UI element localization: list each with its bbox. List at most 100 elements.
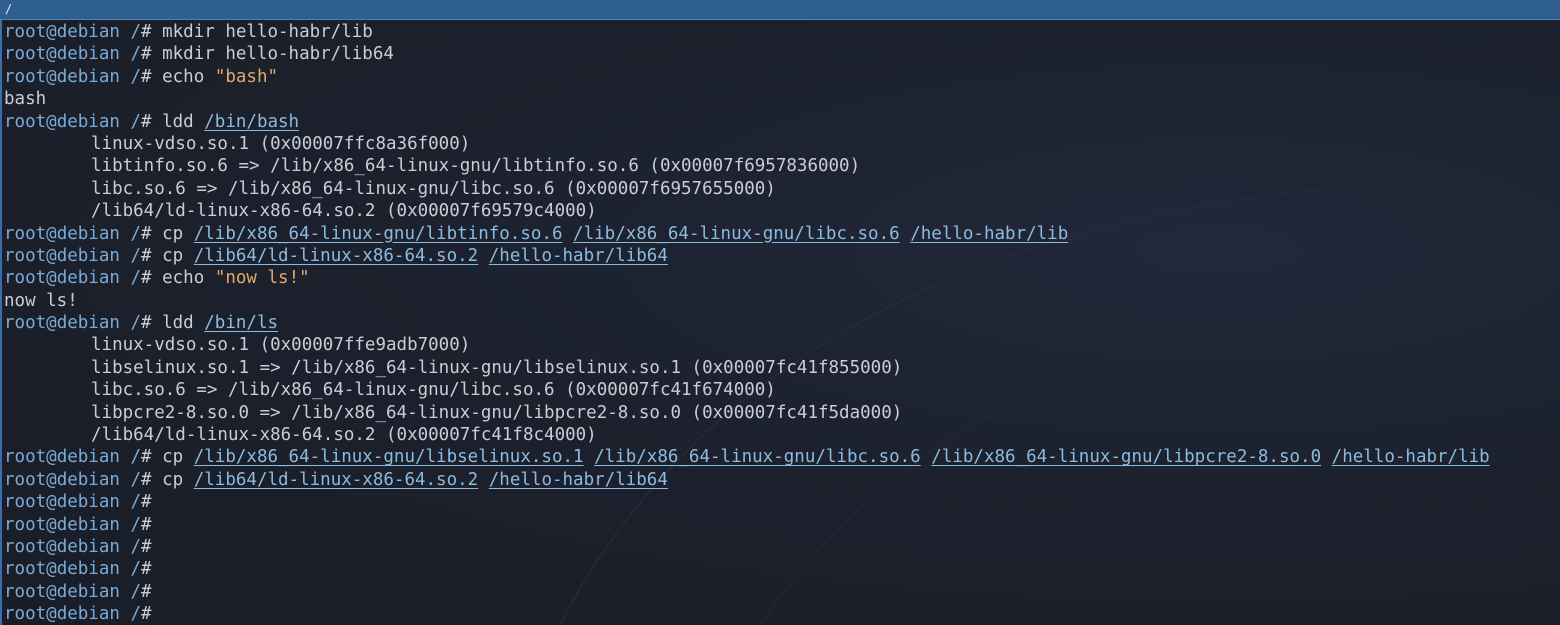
prompt-at: @ xyxy=(46,66,57,87)
command-line: root@debian /# xyxy=(4,536,1560,558)
prompt-cwd: / xyxy=(130,245,142,266)
prompt-symbol: # xyxy=(141,22,152,42)
prompt-cwd: / xyxy=(130,514,142,535)
prompt-cwd: / xyxy=(130,492,142,513)
output-line: /lib64/ld-linux-x86-64.so.2 (0x00007f695… xyxy=(4,200,1560,222)
output-line: libc.so.6 => /lib/x86_64-linux-gnu/libc.… xyxy=(4,379,1560,401)
prompt-host: debian xyxy=(56,536,120,557)
command-text: cp xyxy=(162,447,184,468)
prompt-at: @ xyxy=(46,22,57,42)
command-line: root@debian /# xyxy=(4,514,1560,536)
prompt-host: debian xyxy=(56,604,120,625)
command-text: cp xyxy=(162,245,184,266)
prompt-symbol: # xyxy=(141,268,152,289)
prompt-user: root xyxy=(4,223,47,244)
prompt-cwd: / xyxy=(130,313,142,334)
prompt-user: root xyxy=(4,447,47,468)
prompt-at: @ xyxy=(46,111,57,132)
path-link[interactable]: /lib64/ld-linux-x86-64.so.2 xyxy=(194,246,478,266)
prompt-host: debian xyxy=(56,447,120,468)
prompt-user: root xyxy=(4,559,47,580)
prompt-cwd: / xyxy=(130,536,142,557)
prompt-host: debian xyxy=(56,22,120,42)
output-line: linux-vdso.so.1 (0x00007ffe9adb7000) xyxy=(4,334,1560,356)
command-line: root@debian /# xyxy=(4,491,1560,513)
prompt-symbol: # xyxy=(141,604,152,625)
command-text: mkdir hello-habr/lib xyxy=(162,22,373,42)
output-text: libpcre2-8.so.0 => /lib/x86_64-linux-gnu… xyxy=(91,402,903,423)
prompt-symbol: # xyxy=(141,111,152,132)
command-text: echo xyxy=(162,66,205,87)
prompt-at: @ xyxy=(46,469,57,490)
output-text: /lib64/ld-linux-x86-64.so.2 (0x00007fc41… xyxy=(91,425,597,446)
path-link[interactable]: /lib/x86_64-linux-gnu/libc.so.6 xyxy=(573,224,900,244)
prompt-user: root xyxy=(4,581,47,602)
prompt-user: root xyxy=(4,268,47,289)
prompt-user: root xyxy=(4,44,47,65)
path-link[interactable]: /hello-habr/lib64 xyxy=(489,246,668,266)
prompt-user: root xyxy=(4,514,47,535)
path-link[interactable]: /hello-habr/lib64 xyxy=(489,470,668,490)
prompt-user: root xyxy=(4,66,47,87)
prompt-host: debian xyxy=(56,223,120,244)
prompt-symbol: # xyxy=(141,313,152,334)
prompt-host: debian xyxy=(56,66,120,87)
prompt-user: root xyxy=(4,604,47,625)
terminal-window[interactable]: / root@debian /# mkdir hello-habr/lib roo… xyxy=(0,0,1560,625)
output-line: libc.so.6 => /lib/x86_64-linux-gnu/libc.… xyxy=(4,178,1560,200)
prompt-host: debian xyxy=(56,268,120,289)
output-line: now ls! xyxy=(4,290,1560,312)
command-line: root@debian /# cp /lib/x86_64-linux-gnu/… xyxy=(4,446,1560,468)
prompt-symbol: # xyxy=(141,66,152,87)
prompt-cwd: / xyxy=(130,559,142,580)
prompt-user: root xyxy=(4,22,47,42)
prompt-symbol: # xyxy=(141,559,152,580)
path-link[interactable]: /lib/x86_64-linux-gnu/libpcre2-8.so.0 xyxy=(931,447,1321,467)
output-line: libpcre2-8.so.0 => /lib/x86_64-linux-gnu… xyxy=(4,402,1560,424)
path-link[interactable]: /bin/bash xyxy=(204,112,299,132)
window-title: / xyxy=(5,2,13,16)
prompt-cwd: / xyxy=(130,66,142,87)
output-text: bash xyxy=(4,89,47,110)
path-link[interactable]: /lib/x86_64-linux-gnu/libselinux.so.1 xyxy=(194,447,584,467)
path-link[interactable]: /bin/ls xyxy=(204,313,278,333)
prompt-cwd: / xyxy=(130,223,142,244)
prompt-cwd: / xyxy=(130,44,142,65)
prompt-cwd: / xyxy=(130,268,142,289)
command-text: ldd xyxy=(162,313,194,334)
prompt-symbol: # xyxy=(141,447,152,468)
output-line: libtinfo.so.6 => /lib/x86_64-linux-gnu/l… xyxy=(4,155,1560,177)
prompt-user: root xyxy=(4,313,47,334)
prompt-user: root xyxy=(4,469,47,490)
command-line: root@debian /# xyxy=(4,603,1560,625)
path-link[interactable]: /lib/x86_64-linux-gnu/libc.so.6 xyxy=(594,447,921,467)
prompt-host: debian xyxy=(56,245,120,266)
prompt-at: @ xyxy=(46,492,57,513)
prompt-host: debian xyxy=(56,514,120,535)
output-text: libc.so.6 => /lib/x86_64-linux-gnu/libc.… xyxy=(91,178,776,199)
window-left-border xyxy=(0,20,2,625)
prompt-user: root xyxy=(4,111,47,132)
prompt-at: @ xyxy=(46,245,57,266)
path-link[interactable]: /lib64/ld-linux-x86-64.so.2 xyxy=(194,470,478,490)
path-link[interactable]: /hello-habr/lib xyxy=(910,224,1068,244)
prompt-symbol: # xyxy=(141,44,152,65)
command-line: root@debian /# xyxy=(4,581,1560,603)
path-link[interactable]: /hello-habr/lib xyxy=(1332,447,1490,467)
prompt-symbol: # xyxy=(141,223,152,244)
prompt-symbol: # xyxy=(141,469,152,490)
prompt-host: debian xyxy=(56,581,120,602)
command-line: root@debian /# cp /lib64/ld-linux-x86-64… xyxy=(4,469,1560,491)
output-text: libtinfo.so.6 => /lib/x86_64-linux-gnu/l… xyxy=(91,156,861,177)
prompt-user: root xyxy=(4,245,47,266)
path-link[interactable]: /lib/x86_64-linux-gnu/libtinfo.so.6 xyxy=(194,224,563,244)
command-text: echo xyxy=(162,268,205,289)
prompt-host: debian xyxy=(56,44,120,65)
title-bar: / xyxy=(0,0,1560,20)
prompt-symbol: # xyxy=(141,245,152,266)
terminal-output[interactable]: root@debian /# mkdir hello-habr/lib root@… xyxy=(4,21,1560,625)
prompt-user: root xyxy=(4,536,47,557)
output-line: /lib64/ld-linux-x86-64.so.2 (0x00007fc41… xyxy=(4,424,1560,446)
prompt-at: @ xyxy=(46,514,57,535)
command-line: root@debian /# ldd /bin/ls xyxy=(4,312,1560,334)
